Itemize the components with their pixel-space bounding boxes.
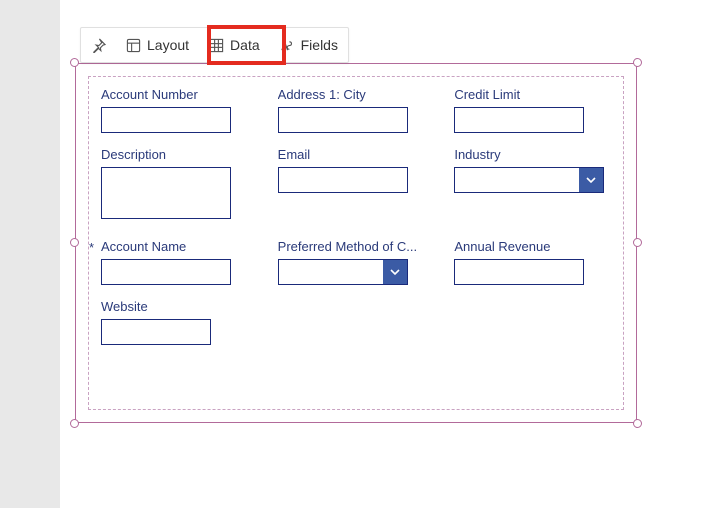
field-description[interactable]: Description (101, 147, 258, 219)
form-section[interactable]: Account Number Address 1: City Credit Li… (88, 76, 624, 410)
text-input[interactable] (101, 259, 231, 285)
text-input[interactable] (101, 107, 231, 133)
field-label: Account Name (101, 239, 258, 254)
dropdown-input[interactable] (278, 259, 408, 285)
field-label: Email (278, 147, 435, 162)
resize-handle[interactable] (633, 58, 642, 67)
field-account-name[interactable]: * Account Name (101, 239, 258, 285)
form-card[interactable]: Account Number Address 1: City Credit Li… (75, 63, 637, 423)
field-label: Industry (454, 147, 611, 162)
text-input[interactable] (454, 259, 584, 285)
text-input[interactable] (454, 107, 584, 133)
text-input[interactable] (278, 167, 408, 193)
field-email[interactable]: Email (278, 147, 435, 219)
data-tab[interactable]: Data (199, 28, 270, 62)
data-tab-label: Data (230, 37, 260, 53)
resize-handle[interactable] (70, 58, 79, 67)
field-account-number[interactable]: Account Number (101, 87, 258, 133)
fields-tab[interactable]: Fields (270, 28, 348, 62)
field-label: Annual Revenue (454, 239, 611, 254)
resize-handle[interactable] (633, 238, 642, 247)
field-label: Description (101, 147, 258, 162)
chevron-down-icon[interactable] (579, 168, 603, 192)
multiline-input[interactable] (101, 167, 231, 219)
context-toolbar: Layout Data Fields (80, 27, 349, 63)
layout-tab[interactable]: Layout (116, 28, 199, 62)
fields-tab-label: Fields (301, 37, 338, 53)
pin-icon (91, 38, 106, 53)
field-annual-revenue[interactable]: Annual Revenue (454, 239, 611, 285)
grid-icon (209, 38, 224, 53)
text-input[interactable] (101, 319, 211, 345)
fields-icon (280, 38, 295, 53)
form-card-selection[interactable]: Account Number Address 1: City Credit Li… (75, 63, 637, 423)
chevron-down-icon[interactable] (383, 260, 407, 284)
fields-grid: Account Number Address 1: City Credit Li… (101, 87, 611, 399)
resize-handle[interactable] (70, 238, 79, 247)
layout-icon (126, 38, 141, 53)
field-label: Website (101, 299, 258, 314)
field-website[interactable]: Website (101, 299, 258, 345)
resize-handle[interactable] (70, 419, 79, 428)
resize-handle[interactable] (633, 419, 642, 428)
field-credit-limit[interactable]: Credit Limit (454, 87, 611, 133)
required-indicator: * (89, 240, 94, 255)
dropdown-input[interactable] (454, 167, 604, 193)
layout-tab-label: Layout (147, 37, 189, 53)
field-preferred-method[interactable]: Preferred Method of C... (278, 239, 435, 285)
field-industry[interactable]: Industry (454, 147, 611, 219)
field-label: Address 1: City (278, 87, 435, 102)
field-label: Account Number (101, 87, 258, 102)
field-label: Credit Limit (454, 87, 611, 102)
field-label: Preferred Method of C... (278, 239, 435, 254)
text-input[interactable] (278, 107, 408, 133)
pin-button[interactable] (81, 28, 116, 62)
field-address1-city[interactable]: Address 1: City (278, 87, 435, 133)
